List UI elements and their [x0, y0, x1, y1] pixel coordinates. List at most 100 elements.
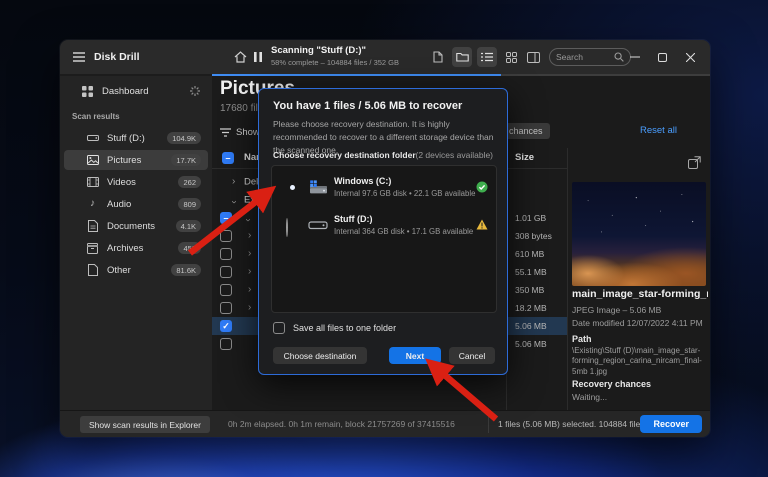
count-badge: 104.9K [167, 132, 201, 144]
sidebar-item-other[interactable]: Other 81.6K [64, 260, 208, 280]
cancel-button[interactable]: Cancel [449, 347, 495, 364]
drive-icon [86, 133, 99, 143]
size-cell: 5.06 MB [515, 339, 547, 349]
radio-unselected[interactable] [286, 218, 288, 237]
count-badge: 81.6K [171, 264, 201, 276]
size-cell: 308 bytes [515, 231, 552, 241]
pause-button[interactable] [254, 40, 262, 74]
videos-icon [86, 177, 99, 187]
scanning-spinner-icon [190, 86, 200, 96]
device-name: Stuff (D:) [334, 214, 373, 224]
save-all-label: Save all files to one folder [293, 323, 397, 333]
file-preview-image[interactable] [572, 182, 706, 286]
status-warning-icon [476, 219, 488, 230]
row-checkbox[interactable] [220, 284, 232, 296]
search-input[interactable] [556, 52, 614, 62]
row-checkbox-checked[interactable]: ✓ [220, 320, 232, 332]
file-view-button[interactable] [428, 47, 448, 67]
side-panel-icon [526, 51, 540, 63]
chevron-right-icon[interactable]: › [248, 267, 251, 277]
device-details: Internal 364 GB disk • 17.1 GB available [334, 227, 474, 236]
select-all-checkbox[interactable]: – [222, 152, 234, 164]
chevron-right-icon[interactable]: › [248, 303, 251, 313]
chevron-down-icon[interactable]: › [229, 191, 240, 209]
row-checkbox[interactable] [220, 248, 232, 260]
scan-status-subtitle: 58% complete – 104884 files / 352 GB [271, 58, 399, 67]
audio-icon: ♪ [90, 198, 95, 209]
size-cell: 55.1 MB [515, 267, 547, 277]
row-checkbox-indeterminate[interactable]: – [220, 212, 232, 224]
device-details: Internal 97.6 GB disk • 22.1 GB availabl… [334, 189, 476, 198]
preview-file-name: main_image_star-forming_r… [572, 288, 708, 300]
sidebar-item-label: Documents [107, 220, 156, 232]
save-all-option[interactable]: Save all files to one folder [273, 322, 396, 334]
close-button[interactable] [686, 40, 708, 74]
row-checkbox[interactable] [220, 302, 232, 314]
recover-button[interactable]: Recover [640, 415, 702, 433]
folder-view-button[interactable] [452, 47, 472, 67]
sidebar-item-audio[interactable]: ♪ Audio 809 [64, 194, 208, 214]
panel-divider [567, 148, 568, 410]
list-view-button[interactable] [477, 47, 497, 67]
sidebar-item-label: Pictures [107, 154, 142, 166]
home-button[interactable] [234, 40, 247, 74]
windows-drive-icon [308, 180, 328, 196]
device-row-windows-c[interactable]: Windows (C:) Internal 97.6 GB disk • 22.… [272, 172, 498, 204]
chevron-right-icon[interactable]: › [248, 285, 251, 295]
show-in-explorer-button[interactable]: Show scan results in Explorer [80, 416, 210, 433]
minimize-button[interactable] [630, 40, 652, 74]
device-name: Windows (C:) [334, 176, 392, 186]
titlebar: Disk Drill Scanning "Stuff (D:)" 58% com… [60, 40, 710, 74]
sidebar-item-archives[interactable]: Archives 459 [64, 238, 208, 258]
preview-panel-button[interactable] [523, 47, 543, 67]
list-icon [481, 52, 493, 62]
search-box[interactable] [549, 48, 631, 66]
dashboard-icon [82, 85, 93, 97]
show-filter-button[interactable]: Show [220, 124, 260, 140]
recovery-dialog: You have 1 files / 5.06 MB to recover Pl… [258, 88, 508, 375]
sidebar-item-pictures[interactable]: Pictures 17.7K [64, 150, 208, 170]
sidebar-item-label: Other [107, 264, 131, 276]
preview-chances-label: Recovery chances [572, 379, 652, 389]
recovery-chances-filter[interactable]: chances [502, 123, 550, 139]
save-all-checkbox[interactable] [273, 322, 285, 334]
chevron-right-icon[interactable]: › [232, 177, 235, 187]
scan-status-title: Scanning "Stuff (D:)" [271, 45, 367, 56]
menu-button[interactable] [73, 40, 85, 74]
preview-file-type: JPEG Image – 5.06 MB [572, 305, 662, 315]
sidebar-item-videos[interactable]: Videos 262 [64, 172, 208, 192]
filter-icon [220, 127, 231, 137]
sidebar-item-stuff-d[interactable]: Stuff (D:) 104.9K [64, 128, 208, 148]
count-badge: 17.7K [171, 154, 201, 166]
next-button[interactable]: Next [389, 347, 441, 364]
count-badge: 809 [178, 198, 201, 210]
row-checkbox[interactable] [220, 230, 232, 242]
scan-status: Scanning "Stuff (D:)" 58% complete – 104… [271, 45, 399, 67]
sidebar-item-label: Stuff (D:) [107, 132, 145, 144]
size-cell: 18.2 MB [515, 303, 547, 313]
selection-summary: 1 files (5.06 MB) selected. 104884 files… [498, 419, 663, 429]
open-preview-button[interactable] [688, 156, 701, 169]
home-icon [234, 51, 247, 63]
reset-all-link[interactable]: Reset all [640, 125, 677, 136]
sidebar-item-documents[interactable]: Documents 4.1K [64, 216, 208, 236]
row-checkbox[interactable] [220, 266, 232, 278]
size-cell: 350 MB [515, 285, 545, 295]
documents-icon [86, 220, 99, 232]
choose-destination-button[interactable]: Choose destination [273, 347, 367, 364]
folder-icon [455, 52, 469, 62]
preview-path-value: \Existing\Stuff (D)\main_image_star-form… [572, 346, 702, 376]
row-checkbox[interactable] [220, 338, 232, 350]
device-row-stuff-d[interactable]: Stuff (D:) Internal 364 GB disk • 17.1 G… [272, 210, 498, 242]
archives-icon [86, 242, 99, 254]
chevron-right-icon[interactable]: › [248, 231, 251, 241]
grid-view-button[interactable] [501, 47, 521, 67]
chevron-right-icon[interactable]: › [248, 249, 251, 259]
chevron-down-icon[interactable]: › [243, 209, 254, 227]
hamburger-icon [73, 52, 85, 62]
sidebar-item-dashboard[interactable]: Dashboard [60, 80, 212, 102]
maximize-button[interactable] [658, 40, 680, 74]
count-badge: 4.1K [175, 220, 201, 232]
status-ok-icon [476, 181, 488, 193]
dialog-title: You have 1 files / 5.06 MB to recover [273, 100, 463, 112]
